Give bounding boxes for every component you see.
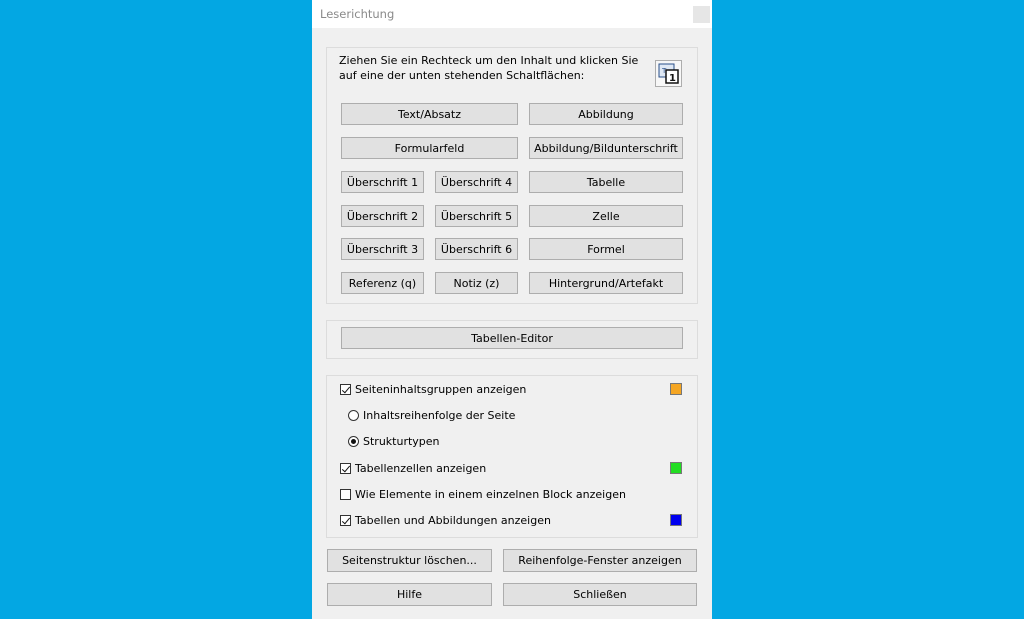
heading-4-button[interactable]: Überschrift 4 bbox=[435, 171, 518, 193]
table-editor-button[interactable]: Tabellen-Editor bbox=[341, 327, 683, 349]
heading-5-button[interactable]: Überschrift 5 bbox=[435, 205, 518, 227]
page-content-order-option[interactable]: Inhaltsreihenfolge der Seite bbox=[348, 407, 515, 423]
heading-2-button[interactable]: Überschrift 2 bbox=[341, 205, 424, 227]
figure-caption-button[interactable]: Abbildung/Bildunterschrift bbox=[529, 137, 683, 159]
structure-types-option[interactable]: Strukturtypen bbox=[348, 433, 440, 449]
table-button[interactable]: Tabelle bbox=[529, 171, 683, 193]
instructions-text: Ziehen Sie ein Rechteck um den Inhalt un… bbox=[339, 54, 639, 82]
heading-1-button[interactable]: Überschrift 1 bbox=[341, 171, 424, 193]
page-content-order-label: Inhaltsreihenfolge der Seite bbox=[363, 408, 516, 422]
structure-types-radio[interactable] bbox=[348, 435, 359, 447]
show-order-panel-icon-button[interactable]: T 1 bbox=[655, 60, 682, 87]
show-tables-figures-label: Tabellen und Abbildungen anzeigen bbox=[355, 513, 551, 527]
content-groups-color-swatch[interactable] bbox=[670, 383, 682, 395]
title-bar: Leserichtung bbox=[312, 0, 712, 28]
structure-types-label: Strukturtypen bbox=[363, 434, 440, 448]
figure-button[interactable]: Abbildung bbox=[529, 103, 683, 125]
show-table-cells-checkbox[interactable] bbox=[340, 462, 351, 474]
show-order-window-button[interactable]: Reihenfolge-Fenster anzeigen bbox=[503, 549, 697, 572]
reference-button[interactable]: Referenz (q) bbox=[341, 272, 424, 294]
heading-3-button[interactable]: Überschrift 3 bbox=[341, 238, 424, 260]
background-artifact-button[interactable]: Hintergrund/Artefakt bbox=[529, 272, 683, 294]
reading-order-icon: T 1 bbox=[658, 63, 679, 84]
show-single-block-checkbox[interactable] bbox=[340, 488, 351, 500]
show-tables-figures-option[interactable]: Tabellen und Abbildungen anzeigen bbox=[340, 512, 551, 528]
note-button[interactable]: Notiz (z) bbox=[435, 272, 518, 294]
window-title: Leserichtung bbox=[320, 7, 395, 21]
reading-order-dialog: Leserichtung Ziehen Sie ein Rechteck um … bbox=[312, 0, 712, 619]
show-tables-figures-checkbox[interactable] bbox=[340, 514, 351, 526]
tables-figures-color-swatch[interactable] bbox=[670, 514, 682, 526]
svg-text:1: 1 bbox=[669, 73, 676, 84]
page-content-order-radio[interactable] bbox=[348, 409, 359, 421]
text-paragraph-button[interactable]: Text/Absatz bbox=[341, 103, 518, 125]
show-table-cells-option[interactable]: Tabellenzellen anzeigen bbox=[340, 460, 486, 476]
help-button[interactable]: Hilfe bbox=[327, 583, 492, 606]
show-content-groups-checkbox[interactable] bbox=[340, 383, 351, 395]
formula-button[interactable]: Formel bbox=[529, 238, 683, 260]
clear-page-structure-button[interactable]: Seitenstruktur löschen... bbox=[327, 549, 492, 572]
table-cells-color-swatch[interactable] bbox=[670, 462, 682, 474]
show-single-block-label: Wie Elemente in einem einzelnen Block an… bbox=[355, 487, 626, 501]
heading-6-button[interactable]: Überschrift 6 bbox=[435, 238, 518, 260]
show-table-cells-label: Tabellenzellen anzeigen bbox=[355, 461, 487, 475]
close-button[interactable]: Schließen bbox=[503, 583, 697, 606]
show-content-groups-label: Seiteninhaltsgruppen anzeigen bbox=[355, 382, 527, 396]
show-content-groups-option[interactable]: Seiteninhaltsgruppen anzeigen bbox=[340, 381, 526, 397]
form-field-button[interactable]: Formularfeld bbox=[341, 137, 518, 159]
show-single-block-option[interactable]: Wie Elemente in einem einzelnen Block an… bbox=[340, 486, 626, 502]
cell-button[interactable]: Zelle bbox=[529, 205, 683, 227]
close-window-button[interactable] bbox=[693, 6, 710, 23]
